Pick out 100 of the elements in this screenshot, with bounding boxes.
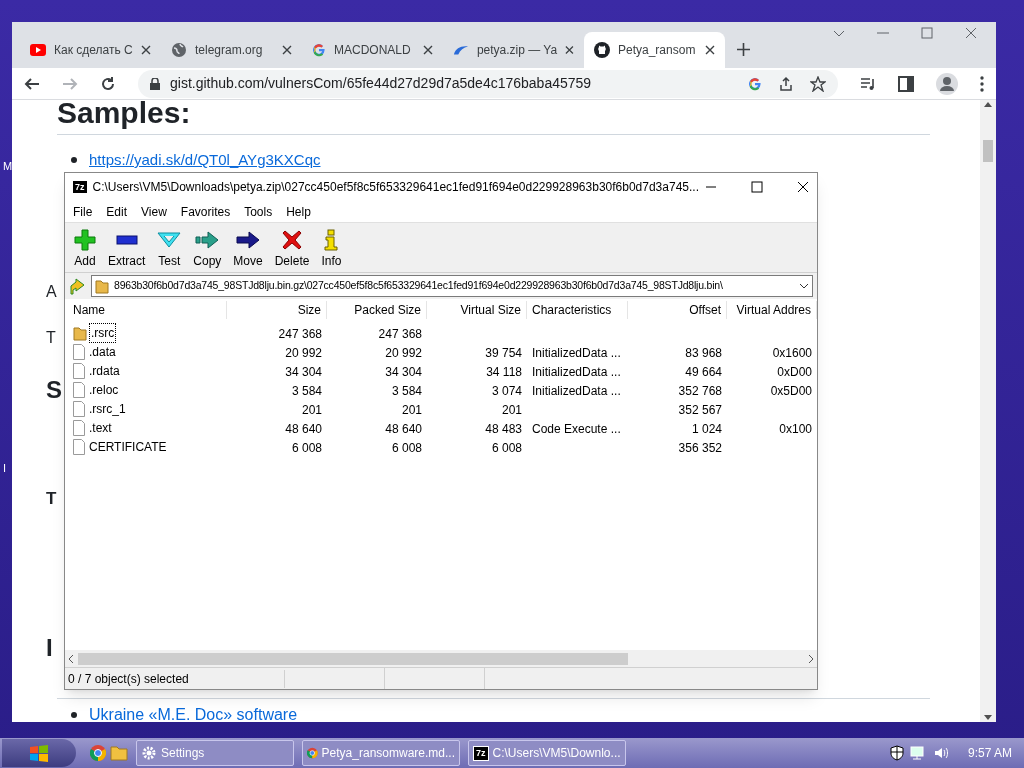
start-button[interactable] bbox=[2, 739, 76, 767]
table-cell: 39 754 bbox=[485, 345, 522, 360]
lock-icon bbox=[150, 77, 160, 90]
file-icon bbox=[73, 419, 85, 436]
gear-icon bbox=[141, 745, 157, 761]
plus-icon bbox=[74, 228, 96, 251]
table-cell: 34 118 bbox=[486, 364, 522, 379]
close-icon[interactable] bbox=[141, 45, 151, 55]
menu-item[interactable]: Tools bbox=[244, 202, 273, 221]
toolbar-button[interactable]: Delete bbox=[273, 225, 311, 270]
shield-icon bbox=[889, 745, 904, 761]
globe-icon bbox=[171, 42, 187, 58]
browser-tab[interactable]: Как сделать С bbox=[20, 32, 161, 68]
file-icon bbox=[73, 362, 85, 379]
menu-item[interactable]: Edit bbox=[106, 202, 128, 221]
table-cell: 0xD00 bbox=[777, 364, 812, 379]
table-cell: 3 584 bbox=[291, 383, 322, 398]
toolbar-button[interactable]: Copy bbox=[192, 225, 223, 270]
table-cell: Code Execute ... bbox=[532, 421, 621, 436]
table-cell: 247 368 bbox=[378, 326, 422, 341]
file-name[interactable]: .data bbox=[88, 342, 117, 361]
up-folder-icon[interactable] bbox=[69, 277, 85, 295]
media-icon[interactable] bbox=[860, 76, 876, 91]
table-cell: 34 304 bbox=[285, 364, 322, 379]
close-icon[interactable] bbox=[282, 45, 292, 55]
close-icon[interactable] bbox=[797, 181, 809, 193]
desktop-label: I bbox=[3, 461, 7, 476]
toolbar-button[interactable]: Move bbox=[232, 225, 264, 270]
column-header[interactable]: Virtual Size bbox=[427, 301, 527, 319]
close-icon[interactable] bbox=[565, 45, 574, 55]
browser-tab[interactable]: telegram.org bbox=[161, 32, 302, 68]
folder-icon bbox=[73, 324, 87, 341]
close-icon[interactable] bbox=[423, 45, 433, 55]
tab-title: telegram.org bbox=[195, 42, 264, 59]
table-cell: 352 567 bbox=[678, 402, 722, 417]
profile-icon[interactable] bbox=[936, 72, 958, 95]
heading: S bbox=[46, 375, 62, 405]
table-cell: 201 bbox=[301, 402, 322, 417]
side-panel-icon[interactable] bbox=[898, 75, 914, 92]
scroll-up-icon[interactable] bbox=[984, 102, 992, 107]
file-name[interactable]: .rdata bbox=[88, 361, 121, 380]
star-icon[interactable] bbox=[810, 75, 826, 92]
new-tab-icon[interactable] bbox=[737, 43, 750, 56]
desktop-label: M bbox=[3, 159, 13, 174]
column-header[interactable]: Virtual Addres bbox=[727, 301, 817, 319]
table-cell: 0x5D00 bbox=[770, 383, 812, 398]
menu-item[interactable]: View bbox=[141, 202, 167, 221]
file-name[interactable]: .rsrc bbox=[90, 323, 116, 342]
table-cell: 201 bbox=[401, 402, 422, 417]
toolbar-button[interactable]: Info bbox=[320, 225, 343, 270]
file-name[interactable]: .text bbox=[88, 418, 113, 437]
dropdown-icon[interactable] bbox=[799, 282, 809, 290]
toolbar-button[interactable]: Test bbox=[156, 225, 183, 270]
column-header[interactable]: Characteristics bbox=[527, 301, 628, 319]
path-field[interactable]: 8963b30f6b0d7d3a745_98STJd8lju.bin.gz\027cc450ef5f8c5f653329641ec1fed91f694e0d229928963b30f6b0d7d3a745_98STJd8lju.bin\ bbox=[91, 275, 813, 297]
taskbar-button[interactable]: 7z C:\Users\VM5\Downlo... bbox=[468, 740, 626, 766]
tab-title: Petya_ransom bbox=[618, 42, 697, 59]
file-name[interactable]: CERTIFICATE bbox=[88, 437, 168, 456]
horizontal-scrollbar[interactable] bbox=[65, 650, 817, 667]
reload-icon[interactable] bbox=[100, 75, 116, 92]
close-icon bbox=[282, 229, 303, 250]
file-name[interactable]: .reloc bbox=[88, 380, 120, 399]
table-cell: 6 008 bbox=[291, 440, 322, 455]
back-icon[interactable] bbox=[24, 75, 40, 92]
toolbar-button[interactable]: Add bbox=[73, 225, 97, 270]
link[interactable]: Ukraine «M.E. Doc» software bbox=[89, 702, 298, 722]
scrollbar[interactable] bbox=[980, 100, 996, 722]
menu-item[interactable]: Favorites bbox=[180, 202, 231, 221]
status-text: 0 / 7 object(s) selected bbox=[65, 669, 285, 688]
url-text: gist.github.com/vulnersCom/65fe44d27d29d7a5de4c176baba45759 bbox=[170, 74, 592, 93]
file-icon bbox=[73, 343, 85, 360]
scroll-right-icon[interactable] bbox=[808, 654, 813, 663]
scroll-left-icon[interactable] bbox=[69, 654, 74, 663]
tab-title: Как сделать С bbox=[54, 42, 133, 59]
info-icon bbox=[324, 228, 339, 251]
google-icon[interactable] bbox=[748, 76, 762, 91]
menu-icon[interactable] bbox=[980, 75, 984, 92]
browser-tab[interactable]: petya.zip — Ya bbox=[443, 32, 584, 68]
column-header[interactable]: Size bbox=[227, 301, 327, 319]
scroll-down-icon[interactable] bbox=[984, 715, 992, 720]
app-icon: 7z bbox=[73, 181, 87, 193]
menu-item[interactable]: Help bbox=[286, 202, 311, 221]
column-header[interactable]: Offset bbox=[628, 301, 727, 319]
share-icon[interactable] bbox=[778, 75, 794, 92]
column-header[interactable]: Packed Size bbox=[327, 301, 427, 319]
file-name[interactable]: .rsrc_1 bbox=[88, 399, 127, 418]
scroll-thumb[interactable] bbox=[78, 652, 628, 665]
menu-item[interactable]: File bbox=[73, 202, 93, 221]
scroll-thumb[interactable] bbox=[983, 140, 993, 162]
link[interactable]: https://yadi.sk/d/QT0l_AYg3KXCqc bbox=[89, 151, 321, 168]
toolbar-button[interactable]: Extract bbox=[107, 225, 147, 270]
column-header[interactable]: Name bbox=[65, 301, 227, 319]
maximize-icon[interactable] bbox=[751, 181, 763, 193]
address-bar[interactable]: gist.github.com/vulnersCom/65fe44d27d29d7a5de4c176baba45759 bbox=[138, 69, 838, 98]
table-cell: 48 640 bbox=[285, 421, 322, 436]
browser-tab[interactable]: Petya_ransom bbox=[584, 32, 725, 68]
table-cell: 83 968 bbox=[685, 345, 722, 360]
close-icon[interactable] bbox=[705, 45, 715, 55]
table-cell: InitializedData ... bbox=[532, 383, 621, 398]
browser-tab[interactable]: MACDONALD bbox=[302, 32, 443, 68]
